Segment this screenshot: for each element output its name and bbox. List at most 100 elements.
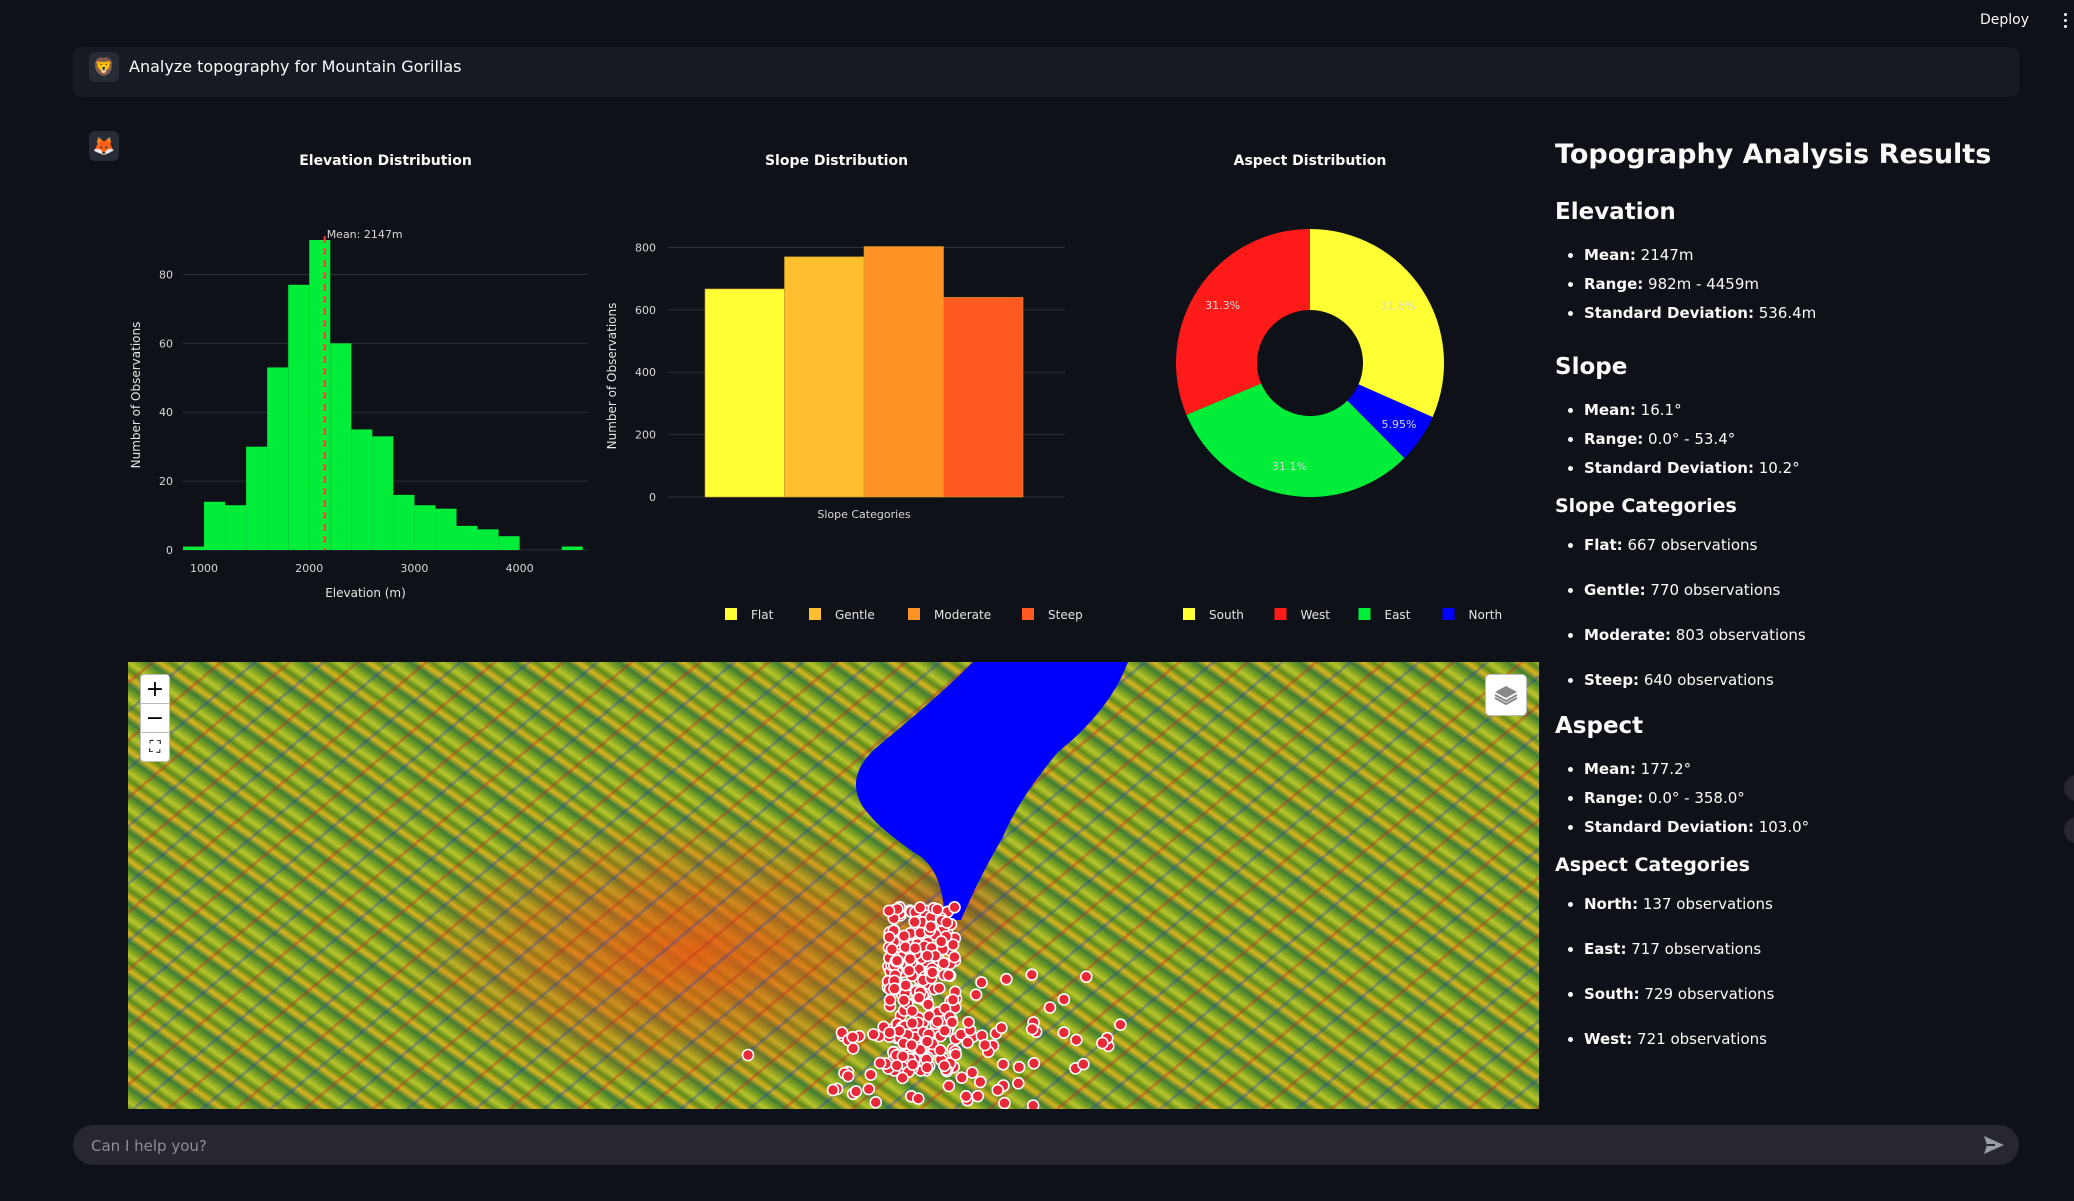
slice-label: 31.3% [1205,299,1240,312]
y-axis-label: Number of Observations [605,303,619,450]
histogram-bar [477,529,499,550]
mean-annotation: Mean: 2147m [327,228,403,241]
histogram-bar [351,429,373,550]
main-menu-icon[interactable] [2060,10,2070,32]
send-arrow-icon[interactable] [1983,1135,2005,1155]
user-message: 🦁 Analyze topography for Mountain Gorill… [73,47,2019,97]
list-item: South: 729 observations [1584,980,2055,1009]
chart-title: Elevation Distribution [299,153,472,169]
legend-label: East [1385,608,1411,622]
chat-input[interactable] [89,1125,1953,1167]
list-item: Mean: 2147m [1584,241,2055,270]
bar-steep [943,297,1024,498]
list-item: Flat: 667 observations [1584,531,2055,560]
aspect-stats-list: Mean: 177.2° Range: 0.0° - 358.0° Standa… [1555,755,2055,842]
histogram-bar [372,436,394,550]
y-tick-label: 60 [159,337,173,350]
histogram-bar [456,525,478,550]
legend-label: South [1209,608,1244,622]
topography-map[interactable]: + − ⛶ [128,662,1539,1109]
slope-categories-list: Flat: 667 observations Gentle: 770 obser… [1555,531,2055,695]
fullscreen-icon[interactable]: ⛶ [140,732,170,762]
list-item: Standard Deviation: 10.2° [1584,454,2055,483]
aspect-donut-chart: Aspect Distribution 31.6% 5.95% 31.1% 31.3% S… [1176,153,1503,622]
y-tick-label: 80 [159,268,173,281]
x-tick-label: 3000 [400,562,428,575]
slice-west [1176,229,1310,415]
legend-swatch [1358,608,1371,620]
histogram-bar [309,240,331,550]
list-item: Range: 982m - 4459m [1584,270,2055,299]
deploy-button[interactable]: Deploy [1980,12,2029,28]
x-axis-label: Slope Categories [817,508,911,521]
slope-bar-chart: Slope Distribution 0 200 400 600 800 Slope Cat… [605,153,1083,622]
slice-south [1310,229,1444,418]
list-item: East: 717 observations [1584,935,2055,964]
user-message-text: Analyze topography for Mountain Gorillas [129,57,462,76]
y-axis-label: Number of Observations [129,322,143,469]
histogram-bar [183,546,205,550]
y-tick-label: 0 [166,544,173,557]
histogram-bar [330,343,352,550]
histogram-bar [288,284,310,550]
side-scroll-handle[interactable] [2064,817,2074,843]
y-tick-label: 0 [649,491,656,504]
side-scroll-handle[interactable] [2064,775,2074,801]
histogram-bar [204,501,226,550]
results-title: Topography Analysis Results [1555,139,1992,170]
y-tick-label: 800 [635,241,656,254]
y-tick-label: 40 [159,406,173,419]
legend-swatch [1274,608,1287,620]
legend-label: Flat [751,608,774,622]
list-item: North: 137 observations [1584,890,2055,919]
aspect-categories-heading: Aspect Categories [1555,854,1750,876]
histogram-bar [498,536,520,550]
slice-label: 31.1% [1272,460,1307,473]
slice-label: 5.95% [1381,418,1416,431]
y-tick-label: 600 [635,304,656,317]
layers-icon[interactable] [1485,674,1527,716]
legend-label: Gentle [835,608,875,622]
zoom-in-button[interactable]: + [140,674,170,704]
y-tick-label: 200 [635,429,656,442]
legend-swatch [908,608,920,620]
list-item: Range: 0.0° - 358.0° [1584,784,2055,813]
elevation-heading: Elevation [1555,199,1676,225]
bar-moderate [863,246,944,498]
legend-label: West [1301,608,1331,622]
legend-swatch [1442,608,1455,620]
results-panel: Topography Analysis Results Elevation Me… [1555,135,2055,1070]
histogram-bar [561,546,583,550]
elevation-stats-list: Mean: 2147m Range: 982m - 4459m Standard… [1555,241,2055,328]
list-item: West: 721 observations [1584,1025,2055,1054]
list-item: Moderate: 803 observations [1584,621,2055,650]
legend-label: Moderate [934,608,991,622]
y-tick-label: 400 [635,366,656,379]
histogram-bar [435,508,457,550]
slice-label: 31.6% [1380,300,1415,313]
chat-input-bar [73,1125,2019,1167]
list-item: Standard Deviation: 536.4m [1584,299,2055,328]
histogram-bar [414,505,436,550]
list-item: Mean: 177.2° [1584,755,2055,784]
legend-swatch [1183,608,1195,620]
aspect-categories-list: North: 137 observations East: 717 observ… [1555,890,2055,1054]
list-item: Standard Deviation: 103.0° [1584,813,2055,842]
x-tick-label: 2000 [295,562,323,575]
lion-face-icon: 🦁 [89,52,119,82]
bar-flat [704,288,785,498]
x-tick-label: 1000 [190,562,218,575]
zoom-out-button[interactable]: − [140,703,170,733]
elevation-histogram: Elevation Distribution 0 20 40 60 80 1000 2000 3… [129,153,588,600]
aspect-heading: Aspect [1555,713,1644,739]
list-item: Range: 0.0° - 53.4° [1584,425,2055,454]
list-item: Steep: 640 observations [1584,666,2055,695]
histogram-bar [393,494,415,550]
x-tick-label: 4000 [506,562,534,575]
chart-title: Aspect Distribution [1234,153,1387,169]
histogram-bar [267,367,289,550]
chart-title: Slope Distribution [765,153,908,169]
legend-swatch [725,608,737,620]
legend-swatch [1022,608,1034,620]
legend-label: North [1469,608,1503,622]
